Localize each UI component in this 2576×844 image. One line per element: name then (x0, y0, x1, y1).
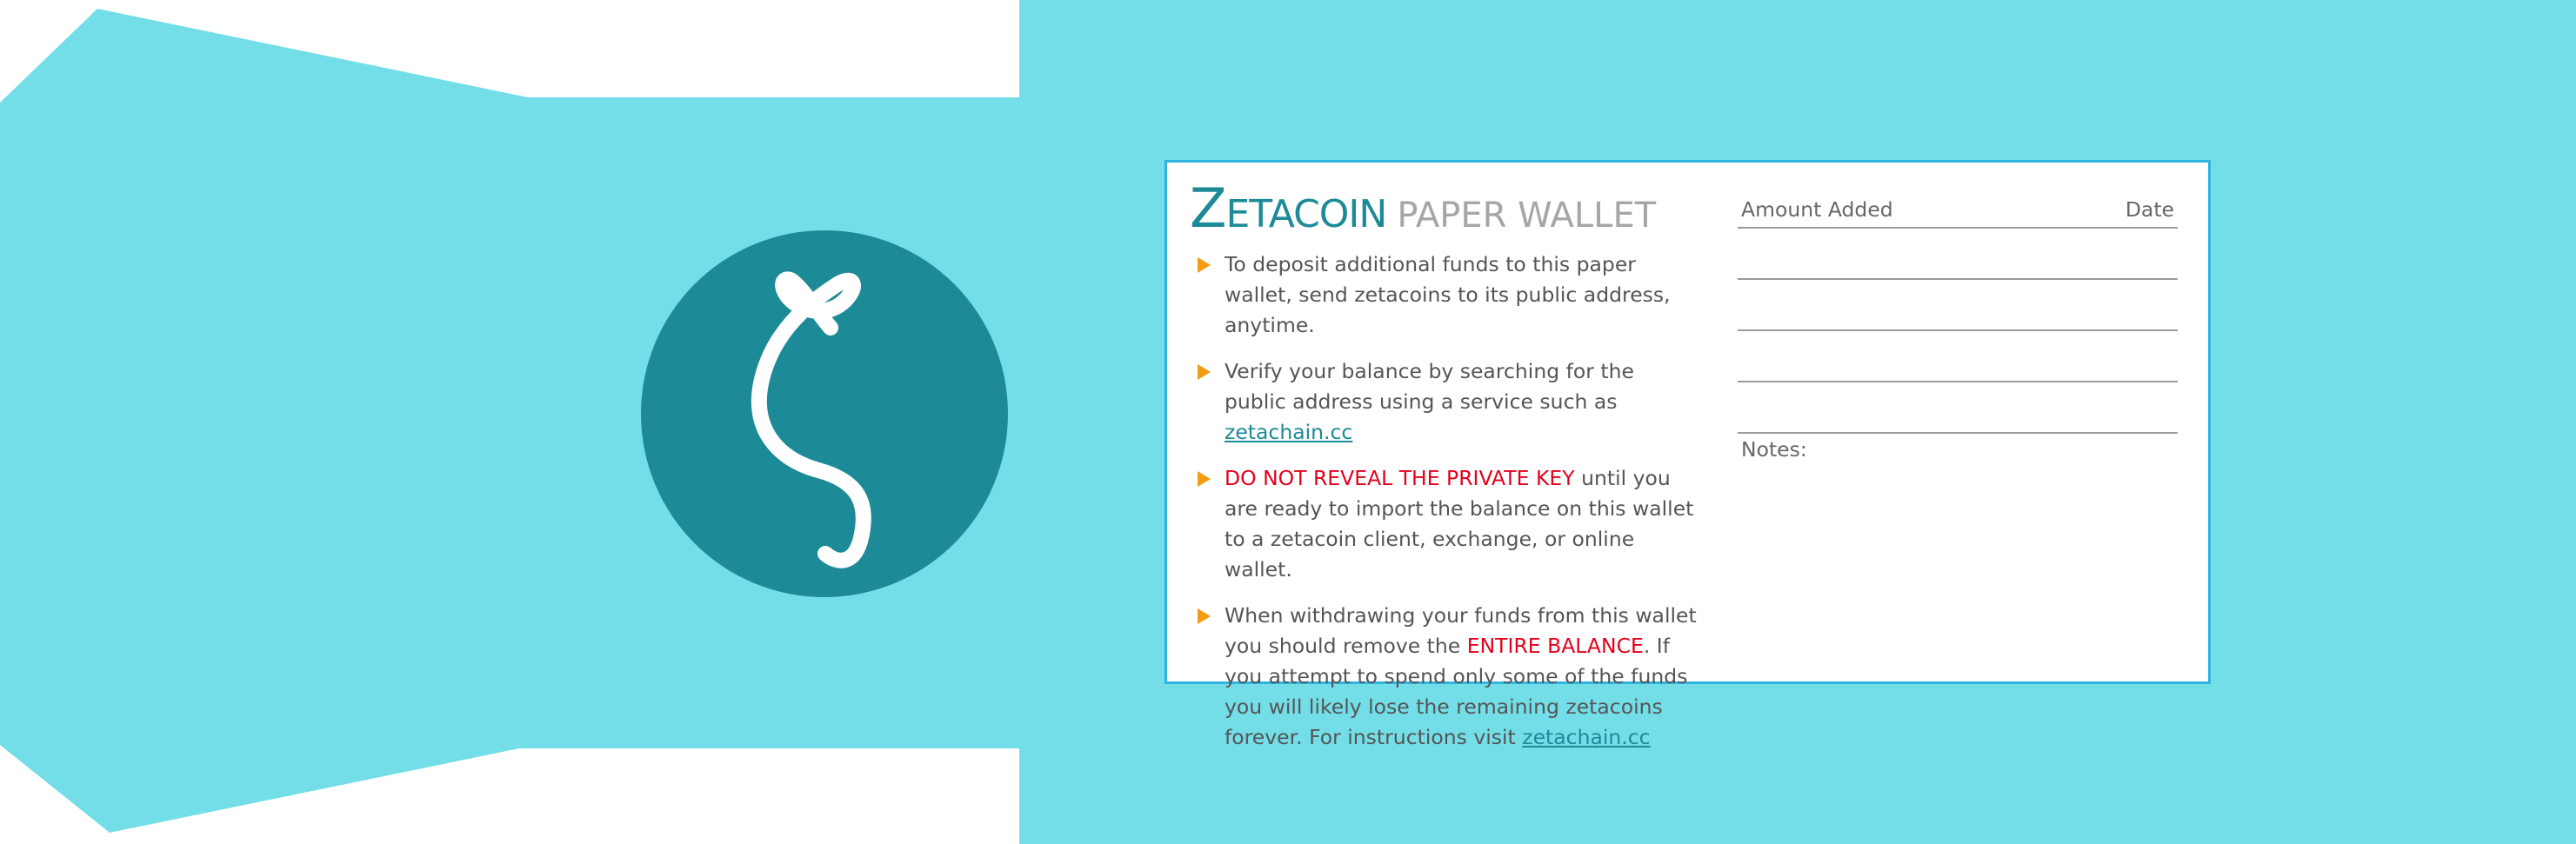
notes-label: Notes: (1741, 437, 1807, 462)
bullet-arrow-icon (1198, 257, 1211, 273)
zeta-symbol-icon (751, 271, 871, 568)
zetacoin-wordmark: ZETACOIN (1190, 176, 1387, 240)
instructions-list: To deposit additional funds to this pape… (1193, 249, 1698, 768)
instruction-private-key: DO NOT REVEAL THE PRIVATE KEY until you … (1193, 463, 1698, 585)
bullet-arrow-icon (1198, 364, 1211, 380)
entire-balance-warning: ENTIRE BALANCE (1466, 634, 1644, 658)
bullet-arrow-icon (1198, 471, 1211, 487)
bullet-arrow-icon (1198, 608, 1211, 624)
ledger-row (1738, 280, 2178, 331)
ledger-row (1738, 382, 2178, 434)
wallet-title: ZETACOIN PAPER WALLET (1190, 182, 1656, 236)
paper-wallet-subtitle: PAPER WALLET (1397, 196, 1657, 236)
balance-ledger: Amount Added Date Notes: (1738, 197, 2178, 462)
ledger-row (1738, 331, 2178, 382)
zetachain-link[interactable]: zetachain.cc (1225, 420, 1352, 444)
private-key-warning: DO NOT REVEAL THE PRIVATE KEY (1225, 466, 1575, 490)
instruction-deposit: To deposit additional funds to this pape… (1193, 249, 1698, 341)
ledger-row (1738, 229, 2178, 280)
amount-added-label: Amount Added (1741, 197, 1893, 222)
date-label: Date (2125, 197, 2174, 222)
zetachain-link[interactable]: zetachain.cc (1522, 725, 1650, 749)
instruction-withdraw: When withdrawing your funds from this wa… (1193, 601, 1698, 753)
instruction-verify: Verify your balance by searching for the… (1193, 356, 1698, 448)
ledger-header: Amount Added Date (1738, 197, 2178, 229)
paper-wallet-card: ZETACOIN PAPER WALLET To deposit addition… (1165, 160, 2211, 749)
